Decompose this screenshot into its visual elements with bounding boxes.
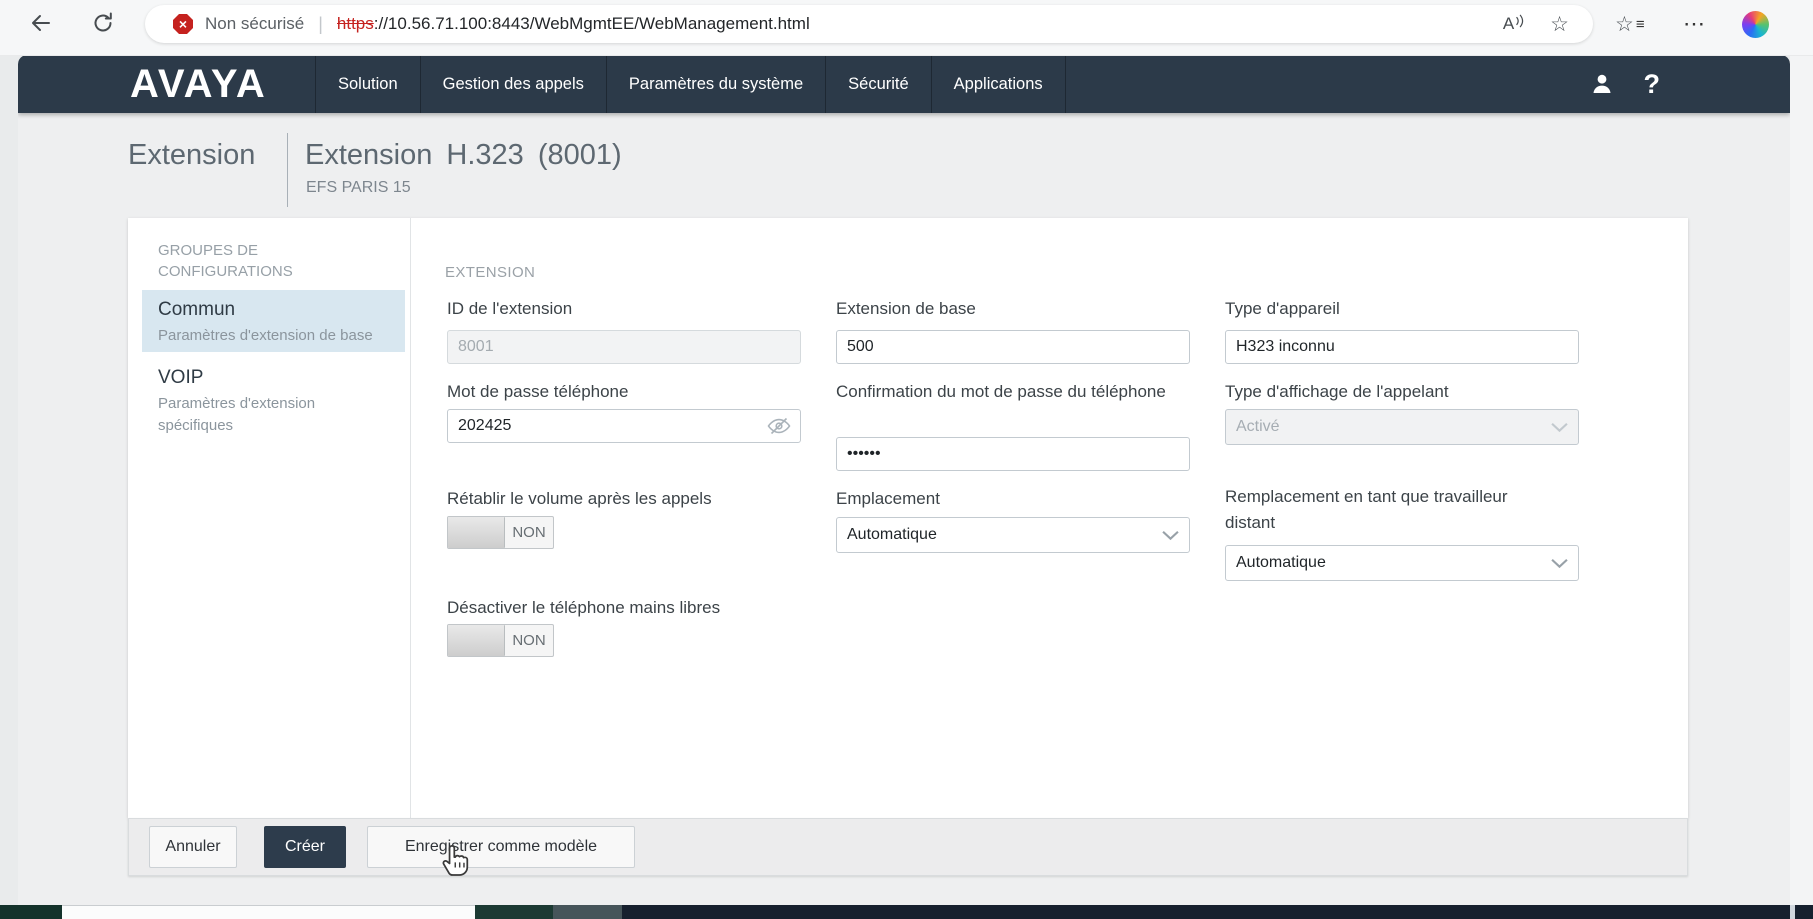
refresh-icon	[91, 11, 115, 35]
user-icon	[1590, 72, 1614, 96]
web-page: AVAYA Solution Gestion des appels Paramè…	[18, 55, 1790, 905]
taskbar-segment	[1795, 905, 1813, 919]
sidebar-item-subtitle: Paramètres d'extension spécifiques	[158, 393, 389, 437]
url-text[interactable]: https://10.56.71.100:8443/WebMgmtEE/WebM…	[337, 14, 1503, 34]
save-as-template-button[interactable]: Enregistrer comme modèle	[367, 826, 635, 868]
read-aloud-letter: A	[1503, 14, 1514, 34]
restore-volume-label: Rétablir le volume après les appels	[447, 486, 712, 512]
not-secure-label[interactable]: Non sécurisé	[205, 14, 304, 34]
main-menu: Solution Gestion des appels Paramètres d…	[315, 55, 1066, 113]
lines-glyph: ≡	[1636, 16, 1645, 33]
favorite-star-icon[interactable]: ☆	[1550, 14, 1569, 35]
avaya-logo[interactable]: AVAYA	[130, 62, 267, 106]
restore-volume-toggle[interactable]: NON	[447, 516, 554, 549]
copilot-disc	[1742, 11, 1769, 38]
device-type-input[interactable]	[1225, 330, 1579, 364]
read-aloud-waves	[1515, 14, 1524, 28]
disable-handsfree-label: Désactiver le téléphone mains libres	[447, 595, 720, 621]
nav-item-applications[interactable]: Applications	[931, 55, 1066, 113]
nav-item-solution[interactable]: Solution	[315, 55, 420, 113]
base-extension-input[interactable]	[836, 330, 1190, 364]
caller-display-type-label: Type d'affichage de l'appelant	[1225, 379, 1449, 405]
toggle-state-label: NON	[505, 625, 553, 656]
star-glyph: ☆	[1615, 14, 1634, 35]
user-menu-button[interactable]	[1590, 72, 1614, 96]
sidebar-item-commun[interactable]: Commun Paramètres d'extension de base	[142, 290, 405, 352]
favorites-bar-icon[interactable]: ☆ ≡	[1615, 0, 1645, 48]
phone-password-confirm-label: Confirmation du mot de passe du téléphon…	[836, 379, 1171, 405]
form-section-header: EXTENSION	[445, 264, 535, 281]
page-title: Extension H.323 (8001)	[305, 139, 622, 172]
taskbar-segment	[0, 905, 62, 919]
url-scheme-struck: https	[337, 14, 374, 33]
chevron-down-icon	[1551, 422, 1568, 433]
phone-password-input[interactable]	[447, 409, 801, 443]
device-type-label: Type d'appareil	[1225, 296, 1340, 322]
taskbar-segment	[62, 905, 475, 919]
sidebar-header: GROUPES DE CONFIGURATIONS	[158, 240, 363, 282]
phone-password-confirm-input[interactable]	[836, 437, 1190, 471]
create-button[interactable]: Créer	[264, 826, 346, 868]
address-bar[interactable]: × Non sécurisé | https://10.56.71.100:84…	[145, 5, 1593, 43]
copilot-icon[interactable]	[1742, 0, 1769, 48]
sidebar-item-title: Commun	[158, 299, 389, 321]
title-divider	[287, 133, 288, 207]
nav-item-gestion-des-appels[interactable]: Gestion des appels	[420, 55, 606, 113]
refresh-button[interactable]	[88, 9, 118, 39]
remote-worker-label: Remplacement en tant que travailleur dis…	[1225, 484, 1560, 536]
location-value: Automatique	[847, 526, 937, 544]
remote-worker-select[interactable]: Automatique	[1225, 545, 1579, 581]
cancel-button[interactable]: Annuler	[149, 826, 237, 868]
chevron-down-icon	[1551, 558, 1568, 569]
nav-item-securite[interactable]: Sécurité	[825, 55, 931, 113]
disable-handsfree-toggle[interactable]: NON	[447, 624, 554, 657]
taskbar-segment	[622, 905, 1790, 919]
toggle-knob	[448, 625, 505, 656]
phone-password-field	[447, 409, 801, 443]
app-navbar: AVAYA Solution Gestion des appels Paramè…	[18, 55, 1790, 113]
read-aloud-icon[interactable]: A	[1503, 14, 1524, 34]
url-rest: ://10.56.71.100:8443/WebMgmtEE/WebManage…	[374, 14, 810, 33]
close-x-glyph: ×	[179, 17, 187, 31]
toggle-knob	[448, 517, 505, 548]
page-subtitle: EFS PARIS 15	[306, 179, 411, 197]
phone-password-label: Mot de passe téléphone	[447, 379, 628, 405]
help-button[interactable]: ?	[1644, 71, 1661, 98]
not-secure-icon: ×	[173, 14, 193, 34]
extension-form-card: GROUPES DE CONFIGURATIONS Commun Paramèt…	[128, 218, 1688, 818]
taskbar-segment	[475, 905, 553, 919]
browser-toolbar: × Non sécurisé | https://10.56.71.100:84…	[0, 0, 1813, 56]
caller-display-type-value: Activé	[1236, 418, 1280, 436]
back-arrow-icon	[29, 11, 53, 35]
remote-worker-value: Automatique	[1236, 554, 1326, 572]
sidebar-divider	[410, 218, 411, 818]
more-options-icon[interactable]: ⋯	[1683, 0, 1706, 48]
address-bar-actions: A ☆	[1503, 14, 1569, 35]
breadcrumb[interactable]: Extension	[128, 139, 255, 172]
sidebar-item-subtitle: Paramètres d'extension de base	[158, 325, 389, 347]
extension-id-label: ID de l'extension	[447, 296, 572, 322]
nav-item-parametres-du-systeme[interactable]: Paramètres du système	[606, 55, 825, 113]
scrollbar-gutter	[1790, 55, 1813, 905]
base-extension-label: Extension de base	[836, 296, 976, 322]
eye-slash-icon[interactable]	[766, 414, 792, 438]
taskbar-segment	[553, 905, 622, 919]
navbar-actions: ?	[1590, 55, 1661, 113]
extension-id-input	[447, 330, 801, 364]
location-select[interactable]: Automatique	[836, 517, 1190, 553]
location-label: Emplacement	[836, 486, 940, 512]
taskbar-strip	[0, 905, 1813, 919]
toggle-state-label: NON	[505, 517, 553, 548]
sidebar-item-voip[interactable]: VOIP Paramètres d'extension spécifiques	[142, 358, 405, 446]
chevron-down-icon	[1162, 530, 1179, 541]
back-button[interactable]	[26, 9, 56, 39]
url-divider: |	[318, 14, 323, 35]
form-action-bar: Annuler Créer Enregistrer comme modèle	[128, 818, 1688, 876]
sidebar-item-title: VOIP	[158, 367, 389, 389]
caller-display-type-select: Activé	[1225, 409, 1579, 445]
